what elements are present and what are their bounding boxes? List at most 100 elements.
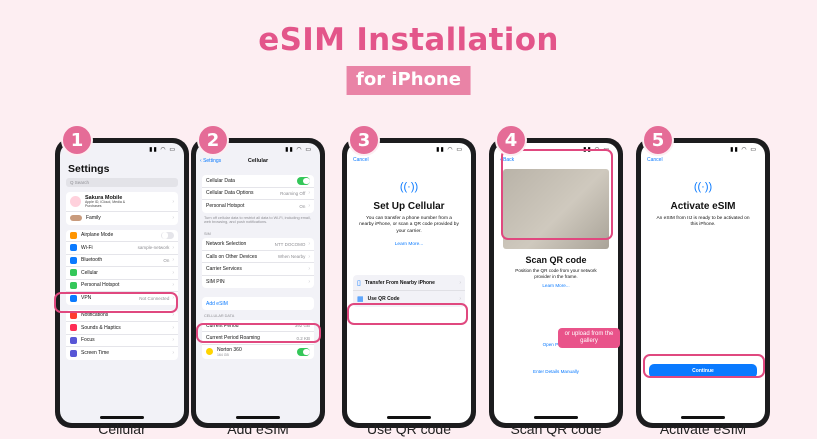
- row-label: Cellular Data: [206, 177, 235, 184]
- home-indicator: [387, 416, 431, 419]
- highlight-cellular: [54, 292, 178, 313]
- avatar: [70, 196, 81, 207]
- chevron-right-icon: ›: [172, 257, 174, 264]
- chevron-right-icon: ›: [172, 350, 174, 357]
- highlight-use-qr-code: [347, 303, 468, 325]
- chevron-right-icon: ›: [308, 241, 310, 248]
- chevron-right-icon: ›: [172, 215, 174, 222]
- chevron-right-icon: ›: [172, 198, 174, 205]
- settings-row-wifi[interactable]: Wi-Fi sample-network ›: [66, 242, 178, 255]
- step-caption: Scan QR code: [510, 421, 602, 437]
- phone-mockup: ▮▮ ◠ ▭ Settings Q Search Sakura Mobile A…: [55, 138, 189, 428]
- settings-row-focus[interactable]: Focus ›: [66, 335, 178, 347]
- add-esim-group: Add eSIM: [202, 297, 314, 310]
- row-label: Wi-Fi: [81, 244, 93, 251]
- cellular-icon: [70, 269, 77, 277]
- scan-heading: Scan QR code: [525, 255, 587, 265]
- row-value: Roaming Off: [280, 190, 306, 196]
- row-value: On: [163, 257, 170, 263]
- phone-mockup: ▮▮ ◠ ▭ Cancel ((·)) Activate eSIM An eSI…: [636, 138, 770, 428]
- app-data-toggle[interactable]: [297, 348, 310, 356]
- enter-manually-link[interactable]: Enter Details Manually: [494, 369, 618, 374]
- row-label: Network Selection: [206, 241, 247, 248]
- row-label: Calls on Other Devices: [206, 253, 258, 260]
- chevron-right-icon: ›: [308, 190, 310, 197]
- chevron-right-icon: ›: [172, 324, 174, 331]
- hotspot-row[interactable]: Personal Hotspot On ›: [202, 200, 314, 213]
- cellular-data-row[interactable]: Cellular Data: [202, 175, 314, 188]
- screen-time-icon: [70, 349, 77, 357]
- row-label: SIM PIN: [206, 279, 225, 286]
- cellular-data-section-label: CELLULAR DATA: [204, 313, 235, 318]
- setup-heading: Set Up Cellular: [373, 201, 445, 212]
- family-label: Family: [86, 215, 101, 222]
- learn-more-link[interactable]: Learn More...: [347, 242, 471, 247]
- step-number-badge: 2: [197, 124, 229, 156]
- chevron-right-icon: ›: [172, 337, 174, 344]
- home-indicator: [236, 416, 280, 419]
- settings-row-cellular[interactable]: Cellular ›: [66, 267, 178, 280]
- step-4: 4 ▮▮ ◠ ▭ ‹ Back Scan QR code Position th…: [489, 118, 623, 439]
- account-row[interactable]: Sakura Mobile Apple ID, iCloud, Media & …: [66, 192, 178, 212]
- notifications-group: Notifications › Sounds & Haptics › Focus…: [66, 309, 178, 360]
- network-selection-row[interactable]: Network Selection NTT DOCOMO ›: [202, 238, 314, 251]
- activate-body: An eSIM from IIJ is ready to be activate…: [656, 216, 750, 228]
- cellular-options-row[interactable]: Cellular Data Options Roaming Off ›: [202, 188, 314, 200]
- settings-row-airplane[interactable]: Airplane Mode: [66, 230, 178, 242]
- highlight-add-esim: [196, 323, 321, 343]
- row-label: Notifications: [81, 312, 109, 319]
- chevron-right-icon: ›: [308, 266, 310, 273]
- sim-pin-row[interactable]: SIM PIN ›: [202, 276, 314, 289]
- settings-row-hotspot[interactable]: Personal Hotspot ›: [66, 280, 178, 292]
- phone-transfer-icon: ▯: [357, 279, 361, 287]
- add-esim-button[interactable]: Add eSIM: [202, 297, 314, 310]
- settings-row-screen-time[interactable]: Screen Time ›: [66, 347, 178, 360]
- chevron-right-icon: ›: [308, 279, 310, 286]
- chevron-right-icon: ›: [459, 279, 461, 286]
- phone-mockup: ▮▮ ◠ ▭ ‹ Settings Cellular Cellular Data…: [191, 138, 325, 428]
- chevron-right-icon: ›: [172, 244, 174, 251]
- account-sub: Apple ID, iCloud, Media & Purchases: [85, 199, 126, 208]
- step-caption: Use QR code: [366, 421, 452, 437]
- step-5: 5 ▮▮ ◠ ▭ Cancel ((·)) Activate eSIM An e…: [636, 118, 770, 439]
- phone-mockup: ▮▮ ◠ ▭ Cancel ((·)) Set Up Cellular You …: [342, 138, 476, 428]
- status-icons: ▮▮ ◠ ▭: [285, 147, 312, 153]
- row-label: Sounds & Haptics: [81, 324, 121, 331]
- step-caption: Activate eSIM: [659, 421, 747, 437]
- step-caption: Cellular: [98, 421, 146, 437]
- family-row[interactable]: Family ›: [66, 212, 178, 225]
- chevron-right-icon: ›: [308, 253, 310, 260]
- search-input[interactable]: Q Search: [66, 178, 178, 187]
- cancel-button[interactable]: Cancel: [347, 155, 471, 165]
- nav-bar: ‹ Settings Cellular: [196, 155, 320, 167]
- focus-icon: [70, 336, 77, 344]
- app-row[interactable]: Norton 360 164 GB: [202, 345, 314, 359]
- step-number-badge: 4: [495, 124, 527, 156]
- status-icons: ▮▮ ◠ ▭: [149, 147, 176, 153]
- transfer-option[interactable]: ▯ Transfer From Nearby iPhone ›: [353, 275, 465, 292]
- row-value: NTT DOCOMO: [274, 241, 306, 247]
- cancel-button[interactable]: Cancel: [641, 155, 765, 165]
- settings-row-bluetooth[interactable]: Bluetooth On ›: [66, 255, 178, 267]
- carrier-services-row[interactable]: Carrier Services ›: [202, 263, 314, 276]
- bluetooth-icon: [70, 256, 77, 264]
- home-indicator: [681, 416, 725, 419]
- row-label: Airplane Mode: [81, 232, 114, 239]
- hotspot-icon: [70, 281, 77, 289]
- app-size: 164 GB: [217, 352, 229, 357]
- row-label: Focus: [81, 337, 95, 344]
- row-label: Personal Hotspot: [206, 203, 245, 210]
- step-1: 1 ▮▮ ◠ ▭ Settings Q Search Sakura Mobile…: [54, 118, 189, 439]
- settings-screen: ▮▮ ◠ ▭ Settings Q Search Sakura Mobile A…: [60, 143, 184, 423]
- airplane-toggle[interactable]: [161, 231, 174, 239]
- step-2: 2 ▮▮ ◠ ▭ ‹ Settings Cellular Cellular Da…: [191, 118, 325, 439]
- cellular-data-toggle[interactable]: [297, 177, 310, 185]
- activate-heading: Activate eSIM: [670, 201, 736, 212]
- family-avatars-icon: [70, 215, 82, 222]
- learn-more-link[interactable]: Learn More...: [494, 283, 618, 288]
- calls-other-devices-row[interactable]: Calls on Other Devices When Nearby ›: [202, 251, 314, 264]
- row-value: On: [299, 203, 306, 209]
- chevron-right-icon: ›: [459, 296, 461, 303]
- settings-row-sounds[interactable]: Sounds & Haptics ›: [66, 322, 178, 335]
- step-number-badge: 5: [642, 124, 674, 156]
